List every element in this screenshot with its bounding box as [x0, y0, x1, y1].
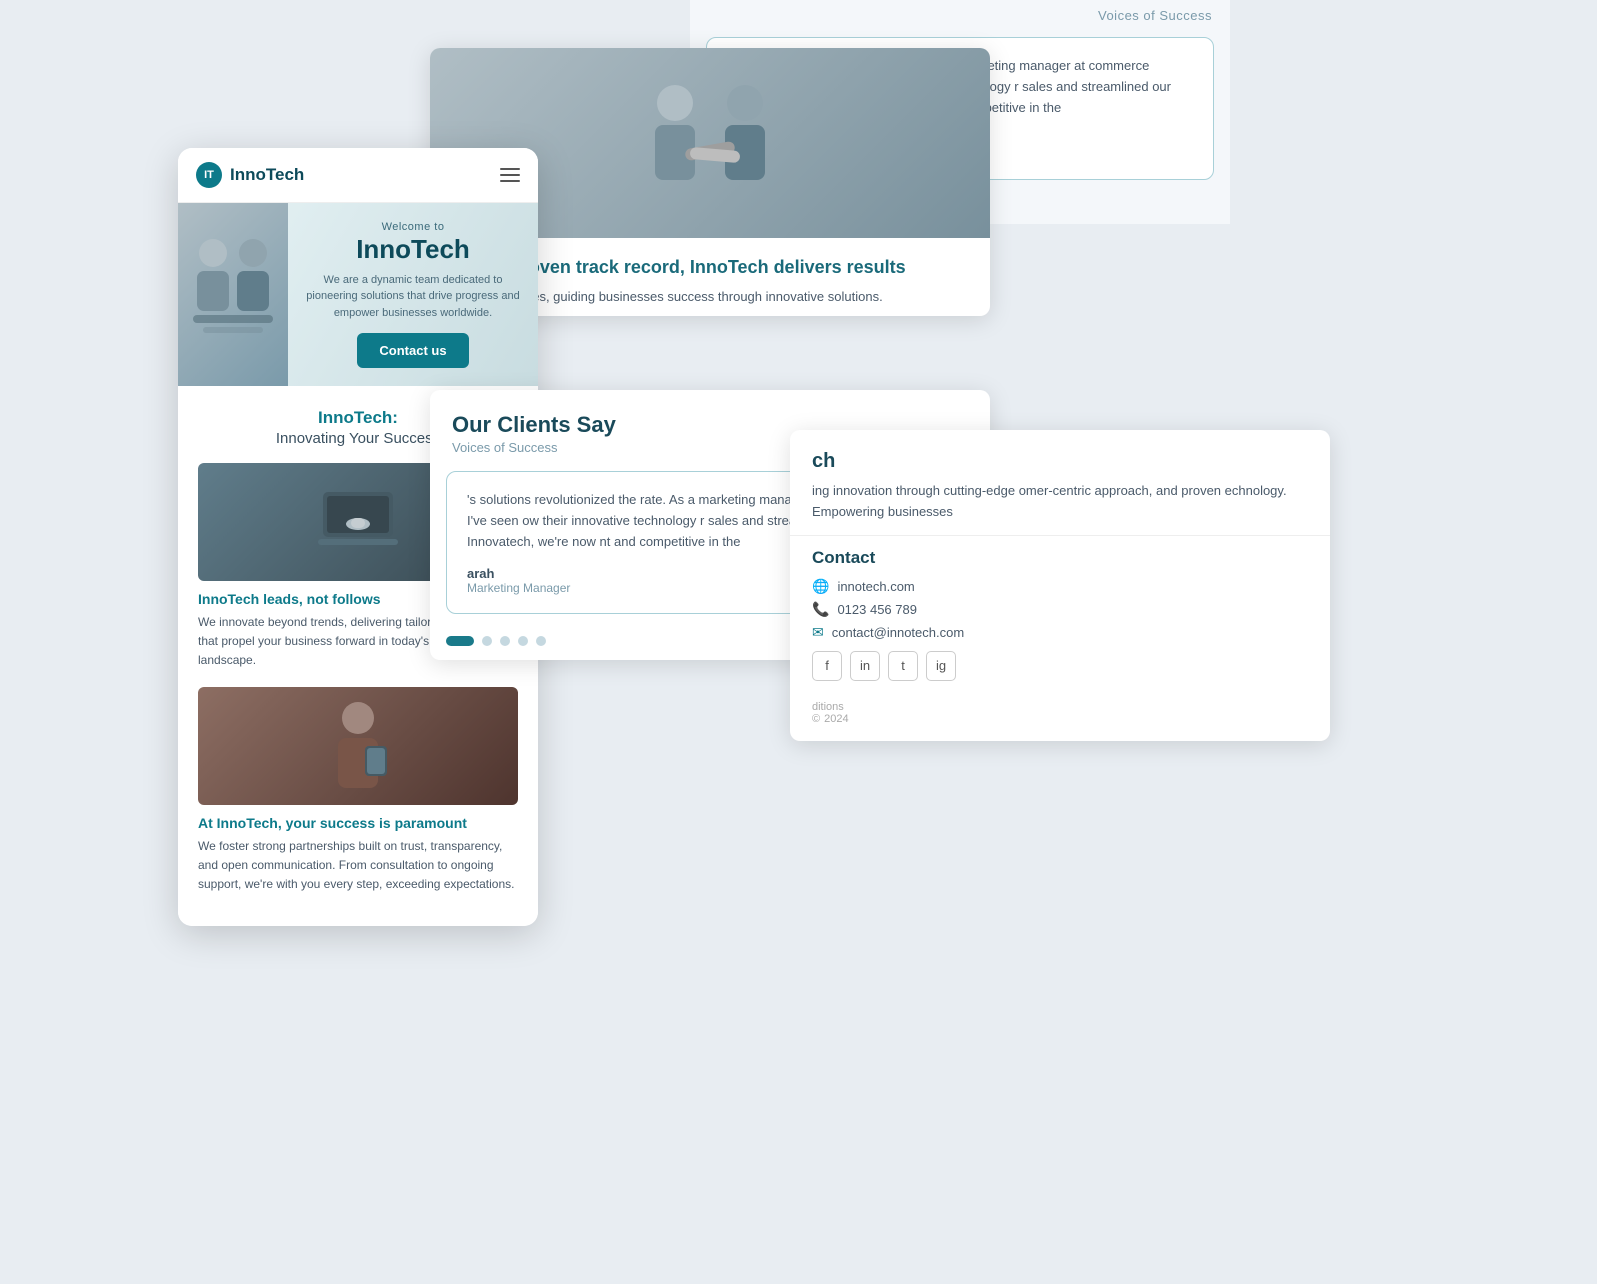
right-panel: ch ing innovation through cutting-edge o… — [790, 430, 1330, 741]
hero-welcome: Welcome to — [382, 221, 445, 233]
social-instagram[interactable]: ig — [926, 651, 956, 681]
logo-short: IT — [204, 169, 214, 181]
team-illustration — [183, 225, 283, 365]
woman-illustration — [313, 696, 403, 796]
mobile-nav: IT InnoTech — [178, 148, 538, 203]
footer-text: ditions © 2024 — [790, 693, 1330, 741]
social-row: f in t ig — [812, 651, 1308, 681]
social-twitter[interactable]: t — [888, 651, 918, 681]
contact-title: Contact — [812, 548, 1308, 568]
hero-image-left — [178, 203, 288, 386]
handshake-icon — [630, 73, 790, 213]
contact-phone: 📞 0123 456 789 — [812, 601, 1308, 618]
laptop-illustration — [313, 482, 403, 562]
email-icon: ✉ — [812, 624, 824, 641]
feature-2-title: At InnoTech, your success is paramount — [198, 815, 518, 831]
contact-website: 🌐 innotech.com — [812, 578, 1308, 595]
social-facebook[interactable]: f — [812, 651, 842, 681]
globe-icon: 🌐 — [812, 578, 829, 595]
logo-dot: IT — [196, 162, 222, 188]
copyright-year: 2024 — [824, 713, 848, 725]
hamburger-line-2 — [500, 174, 520, 176]
phone-icon: 📞 — [812, 601, 829, 618]
clients-dot-5[interactable] — [536, 636, 546, 646]
company-blurb: ch ing innovation through cutting-edge o… — [790, 430, 1330, 535]
hamburger-line-1 — [500, 168, 520, 170]
contact-phone-value: 0123 456 789 — [837, 602, 917, 617]
clients-dot-2[interactable] — [482, 636, 492, 646]
logo-area: IT InnoTech — [196, 162, 304, 188]
feature-2-desc: We foster strong partnerships built on t… — [198, 837, 518, 895]
hamburger-menu[interactable] — [500, 168, 520, 182]
hero-content: Welcome to InnoTech We are a dynamic tea… — [288, 203, 538, 386]
feature-image-2 — [198, 687, 518, 805]
company-desc: ing innovation through cutting-edge omer… — [812, 481, 1308, 523]
hero-title: InnoTech — [356, 235, 470, 264]
logo-text: InnoTech — [230, 165, 304, 185]
clients-dot-4[interactable] — [518, 636, 528, 646]
contact-website-value: innotech.com — [837, 579, 914, 594]
hamburger-line-3 — [500, 180, 520, 182]
copyright-symbol: © — [812, 713, 820, 725]
hero-section: Welcome to InnoTech We are a dynamic tea… — [178, 203, 538, 386]
social-linkedin[interactable]: in — [850, 651, 880, 681]
contact-email: ✉ contact@innotech.com — [812, 624, 1308, 641]
hero-subtitle: We are a dynamic team dedicated to pione… — [304, 272, 522, 322]
back-section-title: Voices of Success — [690, 0, 1230, 27]
contact-section: Contact 🌐 innotech.com 📞 0123 456 789 ✉ … — [790, 535, 1330, 693]
footer-copyright: © 2024 — [812, 713, 1308, 725]
company-name: ch — [812, 450, 1308, 473]
contact-us-button[interactable]: Contact us — [357, 333, 468, 368]
clients-dot-1[interactable] — [446, 636, 474, 646]
contact-email-value: contact@innotech.com — [832, 625, 964, 640]
clients-dot-3[interactable] — [500, 636, 510, 646]
footer-terms: ditions — [812, 701, 1308, 713]
